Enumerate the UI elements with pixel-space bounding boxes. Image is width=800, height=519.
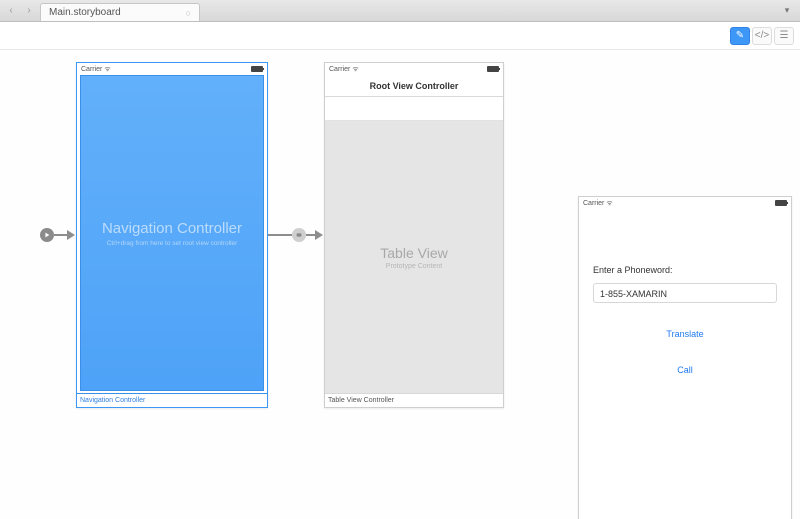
carrier-label: Carrier bbox=[329, 66, 350, 73]
scene-view-controller[interactable]: Carrier ᯤ Enter a Phoneword: 1-855-XAMAR… bbox=[578, 196, 792, 519]
navigation-controller-hint: Ctrl+drag from here to set root view con… bbox=[107, 240, 238, 247]
nav-forward-button[interactable]: › bbox=[22, 4, 36, 18]
tab-main-storyboard[interactable]: Main.storyboard ○ bbox=[40, 3, 200, 21]
table-view[interactable]: Table View Prototype Content bbox=[325, 121, 503, 393]
scene-caption: Navigation Controller bbox=[77, 393, 267, 407]
navigation-controller-body[interactable]: Navigation Controller Ctrl+drag from her… bbox=[80, 75, 264, 391]
statusbar: Carrier ᯤ bbox=[77, 63, 267, 75]
table-view-subtitle: Prototype Content bbox=[386, 263, 442, 270]
phoneword-label: Enter a Phoneword: bbox=[593, 265, 777, 275]
segue-root-relationship-icon[interactable] bbox=[292, 228, 306, 242]
statusbar: Carrier ᯤ bbox=[325, 63, 503, 75]
segue-1-line-a bbox=[268, 234, 292, 236]
translate-button[interactable]: Translate bbox=[593, 329, 777, 339]
segue-1-arrow-head-icon bbox=[315, 230, 323, 240]
phoneword-input[interactable]: 1-855-XAMARIN bbox=[593, 283, 777, 303]
entry-point-icon[interactable] bbox=[40, 228, 54, 242]
statusbar: Carrier ᯤ bbox=[579, 197, 791, 209]
wifi-icon: ᯤ bbox=[352, 66, 358, 73]
mode-source-button[interactable]: </> bbox=[752, 27, 772, 45]
storyboard-canvas[interactable]: Carrier ᯤ Navigation Controller Ctrl+dra… bbox=[0, 50, 800, 519]
call-button[interactable]: Call bbox=[593, 365, 777, 375]
editor-mode-group: ✎ </> bbox=[730, 27, 772, 45]
carrier-label: Carrier bbox=[583, 200, 604, 207]
navigation-bar[interactable]: Root View Controller bbox=[325, 75, 503, 97]
table-view-title: Table View bbox=[380, 245, 447, 261]
battery-icon bbox=[487, 66, 499, 72]
tab-well: Main.storyboard ○ bbox=[40, 0, 774, 21]
tab-close-icon[interactable]: ○ bbox=[186, 8, 191, 18]
tab-dropdown-button[interactable]: ▾ bbox=[778, 5, 796, 16]
navigation-controller-title: Navigation Controller bbox=[102, 220, 242, 237]
scene-table-view-controller[interactable]: Carrier ᯤ Root View Controller Table Vie… bbox=[324, 62, 504, 408]
mode-design-button[interactable]: ✎ bbox=[730, 27, 750, 45]
navbar-title: Root View Controller bbox=[370, 81, 459, 91]
prototype-cell[interactable] bbox=[325, 97, 503, 121]
tab-title: Main.storyboard bbox=[49, 7, 121, 18]
entry-arrow-line bbox=[54, 234, 68, 236]
battery-icon bbox=[775, 200, 787, 206]
wifi-icon: ᯤ bbox=[606, 200, 612, 207]
wifi-icon: ᯤ bbox=[104, 66, 110, 73]
editor-chrome: ‹ › Main.storyboard ○ ▾ bbox=[0, 0, 800, 22]
carrier-label: Carrier bbox=[81, 66, 102, 73]
editor-toolbar: ✎ </> ☰ bbox=[0, 22, 800, 50]
battery-icon bbox=[251, 66, 263, 72]
scene-navigation-controller[interactable]: Carrier ᯤ Navigation Controller Ctrl+dra… bbox=[76, 62, 268, 408]
view-controller-content[interactable]: Enter a Phoneword: 1-855-XAMARIN Transla… bbox=[579, 209, 791, 519]
mode-outline-button[interactable]: ☰ bbox=[774, 27, 794, 45]
entry-arrow-head-icon bbox=[67, 230, 75, 240]
scene-caption: Table View Controller bbox=[325, 393, 503, 407]
nav-back-button[interactable]: ‹ bbox=[4, 4, 18, 18]
